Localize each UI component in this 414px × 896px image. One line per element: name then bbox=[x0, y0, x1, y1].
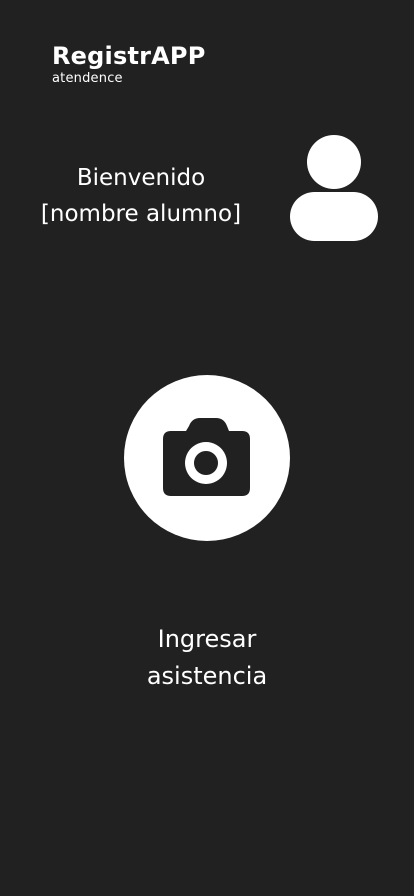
camera-icon bbox=[163, 418, 250, 496]
user-icon bbox=[288, 133, 380, 243]
camera-button[interactable] bbox=[124, 375, 290, 541]
app-title: RegistrAPP bbox=[52, 42, 206, 70]
app-brand: RegistrAPP atendence bbox=[52, 42, 206, 86]
check-in-label-line2: asistencia bbox=[146, 662, 268, 690]
welcome-greeting: Bienvenido bbox=[76, 165, 206, 191]
check-in-label[interactable]: Ingresar asistencia bbox=[107, 621, 307, 695]
check-in-label-line1: Ingresar bbox=[157, 625, 257, 653]
app-subtitle: atendence bbox=[52, 71, 123, 86]
welcome-message: Bienvenido [nombre alumno] bbox=[30, 160, 252, 232]
student-name: [nombre alumno] bbox=[40, 201, 242, 227]
